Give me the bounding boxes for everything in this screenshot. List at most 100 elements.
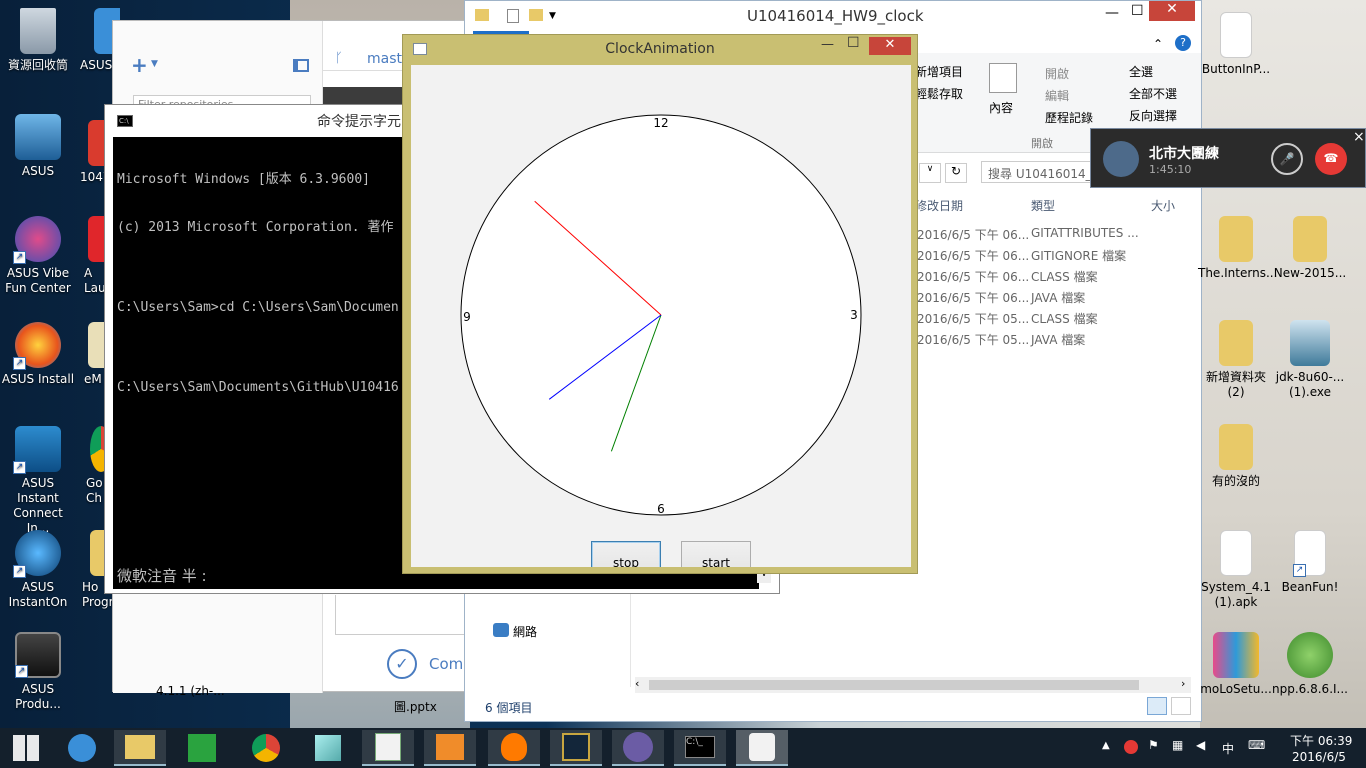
add-repo-button[interactable]: +	[131, 53, 148, 77]
address-dropdown-icon[interactable]: ∨	[919, 163, 941, 183]
clock-face: 12 3 6 9	[460, 114, 862, 516]
desktop-icon-asus[interactable]: ASUS	[0, 114, 76, 179]
tiles-view-icon[interactable]	[1171, 697, 1191, 715]
clock-canvas: 12 3 6 9 stop start	[411, 65, 911, 567]
clock-date[interactable]: 2016/6/5	[1292, 750, 1346, 764]
ime-indicator[interactable]: 中	[1222, 740, 1234, 757]
file-icon: ↗	[1293, 530, 1326, 577]
notepad-icon	[375, 733, 401, 761]
close-button[interactable]: ✕	[1149, 1, 1195, 21]
taskbar-chrome[interactable]	[240, 730, 292, 766]
app-icon	[315, 735, 341, 761]
power-icon: ↗	[13, 530, 61, 578]
desktop-icon-instant-connect[interactable]: ↗ ASUS Instant Connect In...	[0, 426, 76, 536]
desktop-icon-new-2015[interactable]: New-2015...	[1272, 216, 1348, 281]
taskbar-notepadpp[interactable]	[362, 730, 414, 766]
horizontal-scrollbar[interactable]: ‹ ›	[635, 677, 1191, 693]
flag-icon[interactable]: ⚑	[1148, 738, 1159, 752]
desktop-icon-beanfun[interactable]: ↗ BeanFun!	[1272, 530, 1348, 595]
properties-icon[interactable]	[507, 9, 519, 23]
player-icon	[436, 734, 464, 760]
java-icon	[749, 733, 775, 761]
clock-time[interactable]: 下午 06:39	[1290, 732, 1352, 749]
desktop-icon-buttoninp[interactable]: ButtonInP...	[1198, 12, 1274, 77]
column-modified-date[interactable]: 修改日期	[915, 197, 963, 214]
desktop-icon-instanton[interactable]: ↗ ASUS InstantOn	[0, 530, 76, 610]
desktop-icon-jdk[interactable]: jdk-8u60-... (1).exe	[1272, 320, 1348, 400]
desktop-icon-recycle-bin[interactable]: 資源回收筒	[0, 8, 76, 73]
github-icon	[623, 732, 653, 762]
network-icon[interactable]: ▦	[1172, 738, 1183, 752]
taskbar-explorer[interactable]	[114, 730, 166, 766]
ribbon-properties[interactable]: 內容	[989, 99, 1013, 116]
help-icon[interactable]: ?	[1175, 35, 1191, 51]
start-button[interactable]: start	[681, 541, 751, 567]
customize-chevron-icon[interactable]: ▼	[549, 11, 556, 21]
desktop-icon-apk[interactable]: System_4.1 (1).apk	[1198, 530, 1274, 610]
desktop-icon-notepadpp[interactable]: npp.6.8.6.I...	[1272, 632, 1348, 697]
chevron-down-icon[interactable]: ▼	[151, 59, 158, 69]
call-notification[interactable]: 北市大團練 1:45:10 🎤 ☎ ×	[1090, 128, 1366, 188]
ribbon-easy-access[interactable]: 輕鬆存取	[915, 85, 963, 102]
molo-icon	[1213, 632, 1259, 678]
taskbar-garena[interactable]	[488, 730, 540, 766]
refresh-icon[interactable]: ↻	[945, 163, 967, 183]
explorer-title: U10416014_HW9_clock	[747, 7, 924, 25]
desktop-icon-new-folder-2[interactable]: 新增資料夾 (2)	[1198, 320, 1274, 400]
scroll-thumb[interactable]	[649, 680, 1139, 690]
start-button[interactable]	[0, 730, 52, 766]
column-type[interactable]: 類型	[1031, 197, 1055, 214]
taskbar-cmd[interactable]: C:\_	[674, 730, 726, 766]
taskbar-store[interactable]	[176, 730, 228, 766]
microphone-icon[interactable]: 🎤	[1271, 143, 1303, 175]
column-size[interactable]: 大小	[1151, 197, 1175, 214]
folder-icon	[1219, 320, 1253, 366]
taskbar-player[interactable]	[424, 730, 476, 766]
asus-icon	[15, 114, 61, 160]
ribbon-history[interactable]: 歷程記錄	[1027, 109, 1093, 126]
clock-window[interactable]: ClockAnimation — ☐ ✕ 12 3 6 9 stop start	[402, 34, 918, 574]
desktop-icon-vibe[interactable]: ↗ ASUS Vibe Fun Center	[0, 216, 76, 296]
tray-expand-icon[interactable]: ▲	[1102, 740, 1110, 751]
taskbar-app[interactable]	[302, 730, 354, 766]
minimize-button[interactable]: —	[1105, 5, 1119, 21]
desktop-icon-interns[interactable]: The.Interns...	[1198, 216, 1277, 281]
ribbon-select-all[interactable]: 全選	[1111, 63, 1153, 80]
new-folder-icon[interactable]	[529, 9, 543, 21]
desktop-icon-asus-install[interactable]: ↗ ASUS Install	[0, 322, 76, 387]
details-view-icon[interactable]	[1147, 697, 1167, 715]
ribbon-new-item[interactable]: 新增項目	[915, 63, 963, 80]
taskbar-java[interactable]	[736, 730, 788, 766]
vibe-icon: ↗	[13, 216, 61, 264]
taskbar-lol[interactable]	[550, 730, 602, 766]
hang-up-icon[interactable]: ☎	[1315, 143, 1347, 175]
chrome-icon	[252, 734, 280, 762]
minimize-button[interactable]: —	[821, 37, 834, 52]
maximize-button[interactable]: ☐	[1131, 3, 1144, 19]
volume-icon[interactable]: ◀	[1196, 738, 1205, 752]
notepadpp-icon	[1287, 632, 1333, 678]
ribbon-select-none[interactable]: 全部不選	[1111, 85, 1177, 102]
desktop-icon-asus-product[interactable]: ↗ ASUS Produ...	[0, 632, 76, 712]
cmd-icon: C:\	[117, 115, 133, 127]
scroll-right-icon[interactable]: ›	[1181, 677, 1185, 690]
stop-button[interactable]: stop	[591, 541, 661, 567]
tray-app-icon[interactable]	[1124, 740, 1138, 754]
sidebar-toggle-icon[interactable]	[293, 59, 309, 72]
ribbon-open[interactable]: 開啟	[1027, 65, 1069, 82]
ribbon-collapse-icon[interactable]: ⌃	[1153, 37, 1163, 51]
ribbon-edit[interactable]: 編輯	[1027, 87, 1069, 104]
taskbar-ie[interactable]	[56, 730, 108, 766]
desktop-icon-molo[interactable]: moLoSetu...	[1198, 632, 1274, 697]
nav-network[interactable]: 網路	[513, 623, 537, 640]
close-button[interactable]: ✕	[869, 37, 911, 55]
ribbon-invert-selection[interactable]: 反向選擇	[1111, 107, 1177, 124]
taskbar-github[interactable]	[612, 730, 664, 766]
installer-icon	[1290, 320, 1330, 366]
desktop-icon-misc-folder[interactable]: 有的沒的	[1198, 424, 1274, 489]
close-icon[interactable]: ×	[1353, 129, 1365, 145]
maximize-button[interactable]: ☐	[847, 35, 860, 51]
numeral-3: 3	[850, 308, 858, 322]
keyboard-icon[interactable]: ⌨	[1248, 738, 1265, 752]
scroll-left-icon[interactable]: ‹	[635, 677, 639, 690]
